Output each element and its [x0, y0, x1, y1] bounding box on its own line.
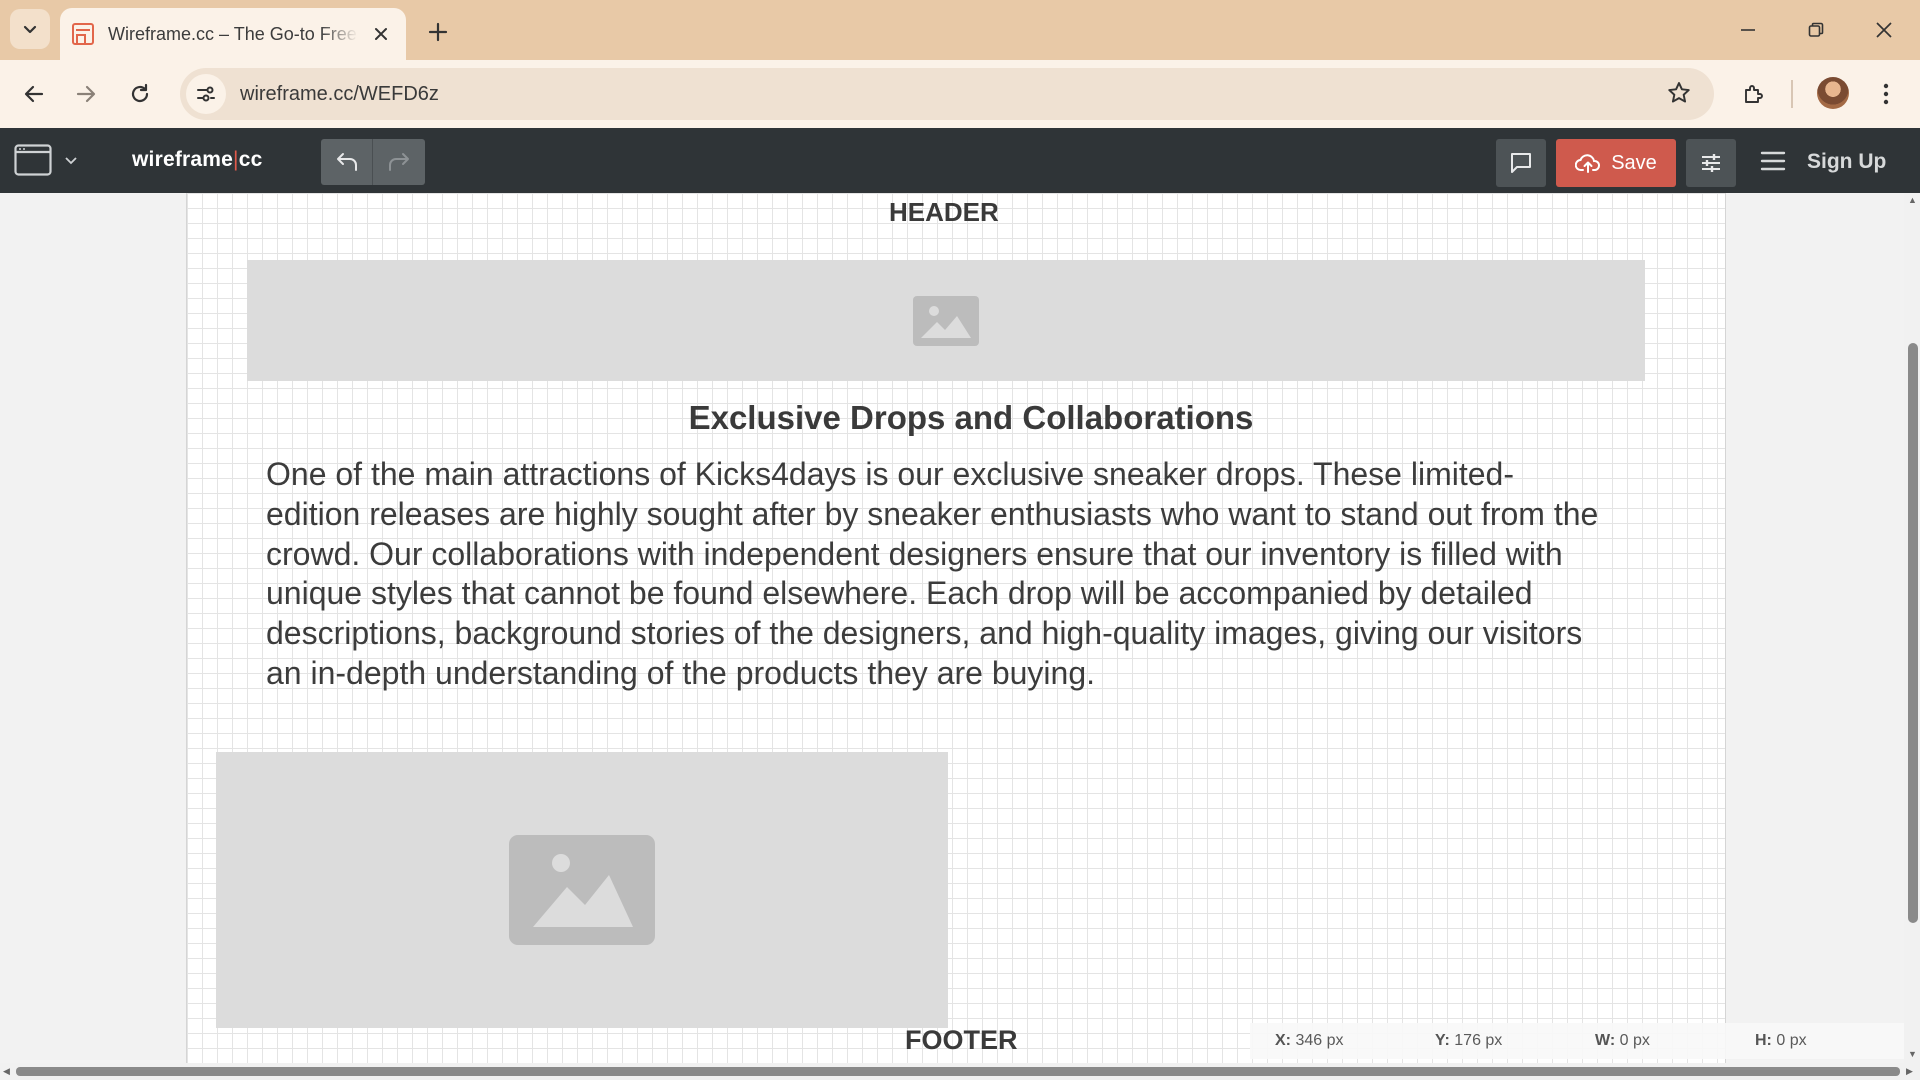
- undo-button[interactable]: [321, 139, 373, 185]
- section-paragraph[interactable]: One of the main attractions of Kicks4day…: [266, 455, 1606, 694]
- scroll-up-arrow[interactable]: ▲: [1908, 195, 1917, 205]
- y-label: Y:: [1435, 1032, 1450, 1049]
- vertical-scroll-thumb[interactable]: [1908, 343, 1918, 923]
- minimize-button[interactable]: [1718, 8, 1778, 52]
- forward-button[interactable]: [66, 74, 106, 114]
- pages-menu-button[interactable]: [14, 144, 78, 176]
- star-icon: [1668, 82, 1690, 103]
- section-heading[interactable]: Exclusive Drops and Collaborations: [187, 399, 1727, 437]
- forward-icon: [76, 85, 96, 103]
- back-button[interactable]: [14, 74, 54, 114]
- horizontal-scroll-thumb[interactable]: [16, 1067, 1900, 1076]
- app-header: wireframe|cc Save Sign Up: [0, 128, 1920, 193]
- image-placeholder-icon: [913, 295, 979, 346]
- window-close-icon: [1876, 22, 1892, 38]
- chevron-down-icon: [65, 157, 77, 165]
- site-info-button[interactable]: [186, 74, 226, 114]
- bookmark-button[interactable]: [1666, 80, 1692, 111]
- chevron-down-icon: [23, 25, 37, 34]
- site-info-icon: [197, 86, 215, 102]
- y-value: 176 px: [1454, 1032, 1503, 1049]
- h-readout: H: 0 px: [1730, 1032, 1890, 1050]
- more-icon: [1883, 83, 1889, 105]
- reload-button[interactable]: [120, 74, 160, 114]
- reload-icon: [131, 83, 149, 103]
- banner-image-placeholder[interactable]: [247, 260, 1645, 381]
- cloud-upload-icon: [1575, 154, 1601, 173]
- browser-menu-button[interactable]: [1866, 74, 1906, 114]
- sign-up-link[interactable]: Sign Up: [1807, 150, 1886, 174]
- comment-button[interactable]: [1496, 139, 1546, 187]
- x-value: 346 px: [1295, 1032, 1344, 1049]
- plus-icon: [428, 22, 448, 42]
- undo-redo-group: [321, 139, 425, 185]
- w-readout: W: 0 px: [1570, 1032, 1730, 1050]
- h-label: H:: [1755, 1032, 1772, 1049]
- scroll-right-arrow[interactable]: ▶: [1906, 1066, 1913, 1077]
- footer-label[interactable]: FOOTER: [905, 1025, 1018, 1056]
- restore-button[interactable]: [1786, 8, 1846, 52]
- back-icon: [24, 85, 44, 103]
- browser-toolbar: wireframe.cc/WEFD6z: [0, 60, 1920, 128]
- url-text[interactable]: wireframe.cc/WEFD6z: [240, 83, 439, 106]
- x-label: X:: [1275, 1032, 1291, 1049]
- coordinates-status-bar: X: 346 px Y: 176 px W: 0 px H: 0 px: [1250, 1023, 1904, 1059]
- tab-close-button[interactable]: [370, 23, 392, 45]
- restore-icon: [1808, 22, 1824, 37]
- undo-icon: [336, 153, 357, 171]
- scroll-down-arrow[interactable]: ▼: [1908, 1049, 1917, 1059]
- horizontal-scrollbar[interactable]: ◀ ▶: [0, 1063, 1920, 1080]
- save-label: Save: [1611, 151, 1657, 174]
- w-value: 0 px: [1619, 1032, 1650, 1049]
- browser-tab-active[interactable]: Wireframe.cc – The Go-to Free, Minimal W…: [60, 8, 406, 60]
- comment-icon: [1511, 153, 1531, 173]
- sliders-icon: [1702, 154, 1720, 172]
- w-label: W:: [1595, 1032, 1616, 1049]
- app-logo[interactable]: wireframe|cc: [132, 148, 262, 172]
- x-readout: X: 346 px: [1250, 1032, 1410, 1050]
- pages-icon: [14, 144, 52, 176]
- menu-icon: [1760, 151, 1786, 171]
- wireframe-canvas[interactable]: HEADER Exclusive Drops and Collaboration…: [186, 193, 1726, 1063]
- favicon-icon: [72, 23, 94, 45]
- window-close-button[interactable]: [1854, 8, 1914, 52]
- tab-search-button[interactable]: [10, 9, 50, 49]
- settings-button[interactable]: [1686, 139, 1736, 187]
- new-tab-button[interactable]: [418, 12, 458, 52]
- tab-title: Wireframe.cc – The Go-to Free, Minimal W…: [108, 23, 358, 44]
- logo-text: wireframe: [132, 148, 234, 171]
- profile-avatar[interactable]: [1817, 77, 1849, 109]
- redo-button[interactable]: [373, 139, 425, 185]
- y-readout: Y: 176 px: [1410, 1032, 1570, 1050]
- redo-icon: [389, 153, 409, 171]
- save-button[interactable]: Save: [1556, 139, 1676, 187]
- logo-suffix: cc: [238, 148, 263, 171]
- large-image-placeholder[interactable]: [216, 752, 948, 1028]
- browser-tabstrip: Wireframe.cc – The Go-to Free, Minimal W…: [0, 0, 1920, 60]
- address-bar[interactable]: wireframe.cc/WEFD6z: [180, 68, 1714, 120]
- vertical-scrollbar[interactable]: ▲ ▼: [1904, 193, 1920, 1063]
- image-placeholder-icon: [509, 835, 655, 945]
- workspace: HEADER Exclusive Drops and Collaboration…: [0, 193, 1904, 1063]
- scroll-left-arrow[interactable]: ◀: [3, 1066, 10, 1077]
- h-value: 0 px: [1776, 1032, 1807, 1049]
- close-icon: [375, 28, 387, 40]
- extensions-button[interactable]: [1734, 74, 1774, 114]
- toolbar-divider: [1791, 80, 1793, 108]
- header-label[interactable]: HEADER: [889, 197, 999, 228]
- main-menu-button[interactable]: [1760, 150, 1786, 177]
- extensions-icon: [1745, 85, 1763, 103]
- minimize-icon: [1741, 29, 1755, 31]
